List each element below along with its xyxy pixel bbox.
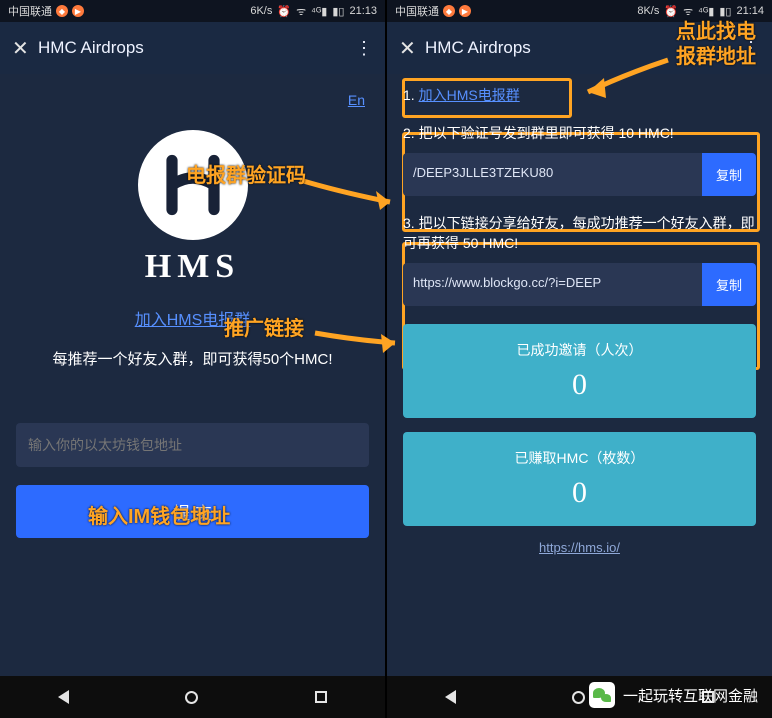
- nav-home-icon[interactable]: [185, 691, 198, 704]
- net-speed: 6K/s: [250, 5, 272, 17]
- step-1: 1. 加入HMS电报群: [403, 86, 756, 106]
- content: En HMS 加入HMS电报群 每推荐一个好友入群，即可获得50个HMC! 提 …: [0, 74, 385, 676]
- step-2-title: 2. 把以下验证号发到群里即可获得 10 HMC!: [403, 124, 756, 144]
- notif-icon: ◆: [56, 5, 68, 17]
- nav-home-icon[interactable]: [572, 691, 585, 704]
- step-3: 3. 把以下链接分享给好友，每成功推荐一个好友入群，即可再获得 50 HMC! …: [403, 214, 756, 306]
- app-bar: ✕ HMC Airdrops ⋮: [0, 22, 385, 74]
- notif-icon: ▶: [72, 5, 84, 17]
- battery-icon: ▮▯: [719, 5, 731, 18]
- logo-text: HMS: [145, 248, 240, 286]
- close-icon[interactable]: ✕: [399, 36, 425, 61]
- wifi-icon: ᯤ: [296, 4, 306, 19]
- referral-url-field[interactable]: https://www.blockgo.cc/?i=DEEP: [403, 263, 702, 306]
- app-title: HMC Airdrops: [425, 38, 531, 58]
- wechat-label: 一起玩转互联网金融: [623, 685, 758, 706]
- lang-en-link[interactable]: En: [16, 86, 369, 122]
- promo-text: 每推荐一个好友入群，即可获得50个HMC!: [16, 348, 369, 369]
- nav-back-icon[interactable]: [445, 690, 456, 704]
- copy-url-button[interactable]: 复制: [702, 263, 756, 306]
- wallet-address-input[interactable]: [16, 423, 369, 467]
- alarm-icon: ⏰: [664, 5, 678, 18]
- signal-icon: ⁴ᴳ▮: [698, 5, 714, 18]
- stat-earned: 已赚取HMC（枚数） 0: [403, 432, 756, 526]
- phone-right: 中国联通 ◆ ▶ 8K/s ⏰ ᯤ ⁴ᴳ▮ ▮▯ 21:14 ✕ HMC Air…: [387, 0, 772, 718]
- signal-icon: ⁴ᴳ▮: [311, 5, 327, 18]
- close-icon[interactable]: ✕: [12, 36, 38, 61]
- carrier-label: 中国联通: [395, 3, 439, 19]
- app-bar: ✕ HMC Airdrops ⋮: [387, 22, 772, 74]
- battery-icon: ▮▯: [332, 5, 344, 18]
- status-bar: 中国联通 ◆ ▶ 8K/s ⏰ ᯤ ⁴ᴳ▮ ▮▯ 21:14: [387, 0, 772, 22]
- hms-logo-icon: [138, 130, 248, 240]
- nav-back-icon[interactable]: [58, 690, 69, 704]
- status-bar: 中国联通 ◆ ▶ 6K/s ⏰ ᯤ ⁴ᴳ▮ ▮▯ 21:13: [0, 0, 385, 22]
- android-nav-bar: [0, 676, 385, 718]
- stat-earned-value: 0: [413, 476, 746, 510]
- menu-icon[interactable]: ⋮: [742, 38, 760, 59]
- verify-code-field[interactable]: /DEEP3JLLE3TZEKU80: [403, 153, 702, 196]
- wechat-watermark: 一起玩转互联网金融: [589, 682, 758, 708]
- app-title: HMC Airdrops: [38, 38, 144, 58]
- stat-invites-label: 已成功邀请（人次）: [413, 340, 746, 360]
- alarm-icon: ⏰: [277, 5, 291, 18]
- clock: 21:14: [736, 5, 764, 17]
- menu-icon[interactable]: ⋮: [355, 38, 373, 59]
- notif-icon: ◆: [443, 5, 455, 17]
- join-telegram-link[interactable]: 加入HMS电报群: [419, 87, 520, 103]
- stat-invites: 已成功邀请（人次） 0: [403, 324, 756, 418]
- stat-invites-value: 0: [413, 368, 746, 402]
- carrier-label: 中国联通: [8, 3, 52, 19]
- notif-icon: ▶: [459, 5, 471, 17]
- nav-recent-icon[interactable]: [315, 691, 327, 703]
- footer-link[interactable]: https://hms.io/: [403, 540, 756, 555]
- stat-earned-label: 已赚取HMC（枚数）: [413, 448, 746, 468]
- join-telegram-link[interactable]: 加入HMS电报群: [135, 306, 251, 330]
- step-3-title: 3. 把以下链接分享给好友，每成功推荐一个好友入群，即可再获得 50 HMC!: [403, 214, 756, 253]
- wechat-icon: [589, 682, 615, 708]
- content: 1. 加入HMS电报群 2. 把以下验证号发到群里即可获得 10 HMC! /D…: [387, 74, 772, 676]
- net-speed: 8K/s: [637, 5, 659, 17]
- phone-left: 中国联通 ◆ ▶ 6K/s ⏰ ᯤ ⁴ᴳ▮ ▮▯ 21:13 ✕ HMC Air…: [0, 0, 387, 718]
- step-2: 2. 把以下验证号发到群里即可获得 10 HMC! /DEEP3JLLE3TZE…: [403, 124, 756, 197]
- submit-button[interactable]: 提 交: [16, 485, 369, 538]
- wifi-icon: ᯤ: [683, 4, 693, 19]
- copy-code-button[interactable]: 复制: [702, 153, 756, 196]
- clock: 21:13: [349, 5, 377, 17]
